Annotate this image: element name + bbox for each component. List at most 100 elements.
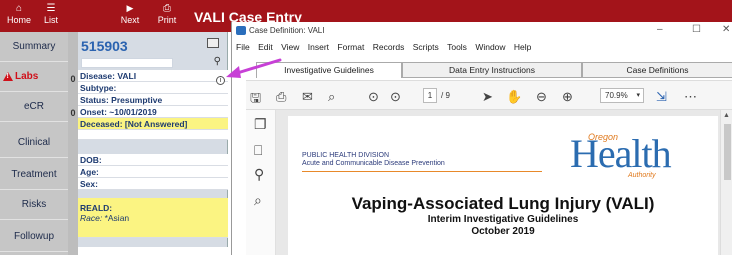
search-icon[interactable]: ⌕ [328,89,335,105]
doc-titlebar: Case Definition: VALI – ☐ ✕ [232,22,732,40]
next-button[interactable]: ▶ Next [113,0,147,32]
zoom-in-icon[interactable]: ⊕ [562,89,573,105]
nav-label: Clinical [17,137,51,148]
pdf-viewport[interactable]: PUBLIC HEALTH DIVISION Acute and Communi… [276,110,720,255]
home-label: Home [6,15,31,25]
menu-scripts[interactable]: Scripts [413,42,439,52]
race-label: Race: [80,213,103,223]
dob-field: DOB: [78,154,228,166]
menu-records[interactable]: Records [373,42,405,52]
race-text: Race: *Asian [80,213,129,223]
page-number-input[interactable]: 1 [423,88,437,103]
side-tools: ❐ ⎕ ⚲ ⌕ [246,110,276,255]
app-icon [236,26,246,35]
user-assign-icon[interactable]: ⚲ [214,56,221,67]
vertical-scrollbar[interactable]: ▲ [720,110,732,255]
disease-field: Disease: VALI [78,70,228,82]
status-field: Status: Presumptive [78,94,228,106]
scroll-up-icon[interactable]: ▲ [723,112,730,119]
scroll-thumb[interactable] [724,124,731,180]
tab-case-definitions[interactable]: Case Definitions [582,62,732,78]
nav-item-followup[interactable]: Followup [0,222,68,252]
nav-item-labs[interactable]: Labs [0,62,68,92]
warning-icon [3,72,13,81]
home-button[interactable]: ⌂ Home [2,0,36,32]
next-icon: ▶ [126,3,134,13]
ecr-count: 0 [70,108,76,118]
card-icon[interactable] [207,38,219,48]
print-icon[interactable]: ⎙ [276,89,286,105]
nav-label: Followup [13,231,55,242]
hand-icon[interactable]: ✋ [506,89,522,105]
tab-data-entry-instructions[interactable]: Data Entry Instructions [402,62,582,78]
save-icon[interactable]: 🖫 [250,89,261,111]
case-number[interactable]: 515903 [81,38,128,54]
nav-label: Summary [12,41,56,52]
print-label: Print [157,15,177,25]
bottom-field [78,247,228,255]
next-label: Next [120,15,140,25]
age-field: Age: [78,166,228,178]
pdf-toolbar: 🖫 ⎙ ✉ ⌕ ⊙ ⊙ 1 / 9 ➤ ✋ ⊖ ⊕ 70.9% ⇲ ⋯ [246,80,732,110]
pdf-title: Vaping-Associated Lung Injury (VALI) [351,194,655,213]
reald-box: REALD: Race: *Asian [78,198,228,238]
doc-tabs: Investigative Guidelines Data Entry Inst… [256,62,732,78]
list-label: List [43,15,58,25]
print-icon: ⎙ [163,3,171,14]
orange-rule [302,171,542,172]
count-column: 0 0 [68,32,78,255]
case-panel: 515903 ⚲ Disease: VALI Subtype: Status: … [78,32,228,255]
nav-label: eCR [23,101,44,112]
menu-view[interactable]: View [281,42,299,52]
org-line2: Acute and Communicable Disease Preventio… [302,160,445,167]
page-down-icon[interactable]: ⊙ [390,89,401,105]
deceased-field: Deceased: [Not Answered] [78,118,228,130]
search-icon[interactable]: ⌕ [254,192,262,209]
attachment-icon[interactable]: ⚲ [254,166,264,183]
sex-field: Sex: [78,178,228,190]
bookmark-icon[interactable]: ⎕ [254,142,262,159]
list-icon: ☰ [46,3,56,14]
maximize-icon[interactable]: ☐ [692,24,701,35]
case-note-field[interactable] [81,58,173,68]
list-button[interactable]: ☰ List [34,0,68,32]
menu-bar: File Edit View Insert Format Records Scr… [232,40,732,54]
nav-label: Risks [21,199,47,210]
nav-item-treatment[interactable]: Treatment [0,160,68,190]
close-icon[interactable]: ✕ [722,24,730,35]
menu-help[interactable]: Help [514,42,531,52]
menu-insert[interactable]: Insert [308,42,329,52]
menu-window[interactable]: Window [475,42,505,52]
case-definition-window: Case Definition: VALI – ☐ ✕ File Edit Vi… [231,22,732,255]
menu-file[interactable]: File [236,42,250,52]
logo-oregon: Oregon [588,132,619,142]
nav-item-risks[interactable]: Risks [0,190,68,220]
nav-item-summary[interactable]: Summary [0,32,68,62]
nav-item-ecr[interactable]: eCR [0,92,68,122]
page-up-icon[interactable]: ⊙ [368,89,379,105]
logo-health: Health [570,131,672,176]
annotation-arrow [226,58,282,78]
pdf-subtitle1: Interim Investigative Guidelines [427,214,579,225]
race-value: *Asian [102,213,130,223]
labs-count: 0 [70,74,76,84]
home-icon: ⌂ [15,3,23,14]
left-nav: Summary Labs eCR Clinical Treatment Risk… [0,32,68,255]
menu-format[interactable]: Format [337,42,364,52]
cursor-icon[interactable]: ➤ [482,89,493,105]
subtype-field: Subtype: [78,82,228,94]
email-icon[interactable]: ✉ [302,89,313,105]
pages-icon[interactable]: ❐ [254,116,267,133]
fit-icon[interactable]: ⇲ [656,89,667,105]
app-root: ⌂ Home ☰ List ▶ Next ⎙ Print VALI Case E… [0,0,732,255]
pdf-page: PUBLIC HEALTH DIVISION Acute and Communi… [288,116,718,255]
more-icon[interactable]: ⋯ [684,89,697,105]
zoom-select[interactable]: 70.9% [600,88,644,103]
minimize-icon[interactable]: – [657,24,663,35]
zoom-out-icon[interactable]: ⊖ [536,89,547,105]
spacer-field [78,130,228,140]
menu-edit[interactable]: Edit [258,42,273,52]
menu-tools[interactable]: Tools [447,42,467,52]
print-button[interactable]: ⎙ Print [150,0,184,32]
nav-item-clinical[interactable]: Clinical [0,128,68,158]
